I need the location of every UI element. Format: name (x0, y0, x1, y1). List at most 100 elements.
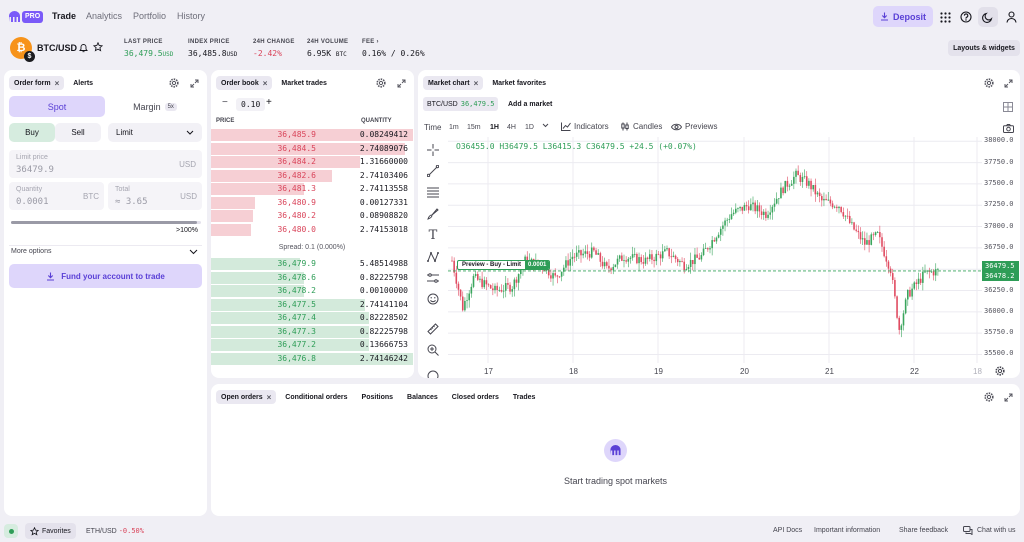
chart-settings-icon[interactable] (995, 366, 1005, 378)
help-icon[interactable] (957, 8, 975, 26)
pattern-icon[interactable] (426, 250, 440, 264)
brush-icon[interactable] (426, 207, 440, 221)
close-icon[interactable]: × (474, 79, 479, 88)
settings-icon[interactable] (168, 77, 180, 89)
expand-icon[interactable] (188, 77, 200, 89)
candles-button[interactable]: Candles (620, 122, 662, 131)
chevron-down-icon[interactable] (542, 123, 549, 130)
bid-row[interactable]: 36,477.2 0.13666753 (211, 338, 413, 351)
bid-row[interactable]: 36,478.6 0.82225798 (211, 271, 413, 284)
tab-order-form[interactable]: Order form × (9, 76, 65, 90)
ask-row[interactable]: 36,484.5 2.74089076 (211, 142, 413, 155)
star-icon[interactable] (92, 41, 104, 54)
bid-row[interactable]: 36,479.9 5.48514988 (211, 257, 413, 270)
api-docs-link[interactable]: API Docs (773, 527, 802, 534)
candlestick-chart[interactable] (448, 137, 982, 363)
text-tool-icon[interactable]: T (426, 228, 440, 243)
bid-row[interactable]: 36,477.3 0.82225798 (211, 325, 413, 338)
emoji-icon[interactable] (426, 292, 440, 306)
bid-row[interactable]: 36,476.8 2.74146242 (211, 352, 413, 365)
decrease-step-button[interactable]: − (222, 97, 228, 108)
timeframe-4h[interactable]: 4H (507, 124, 516, 131)
timeframe-1m[interactable]: 1m (449, 124, 459, 131)
connection-status-icon[interactable] (4, 524, 18, 538)
nav-link-analytics[interactable]: Analytics (86, 11, 122, 21)
tab-market-favorites[interactable]: Market favorites (487, 76, 551, 90)
fund-account-button[interactable]: Fund your account to trade (9, 264, 202, 288)
bid-row[interactable]: 36,477.5 2.74141104 (211, 298, 413, 311)
settings-icon[interactable] (375, 77, 387, 89)
timeframe-1d[interactable]: 1D (525, 124, 534, 131)
more-options-toggle[interactable]: More options (11, 248, 51, 255)
bid-row[interactable]: 36,477.4 0.82228502 (211, 311, 413, 324)
zoom-in-icon[interactable] (426, 343, 440, 357)
close-icon[interactable]: × (55, 79, 60, 88)
tab-conditional-orders[interactable]: Conditional orders (280, 390, 352, 404)
tab-balances[interactable]: Balances (402, 390, 443, 404)
ask-row[interactable]: 36,482.6 2.74103406 (211, 169, 413, 182)
crosshair-icon[interactable] (426, 143, 440, 157)
tab-market-trades[interactable]: Market trades (276, 76, 332, 90)
bid-row[interactable]: 36,478.2 0.00100000 (211, 284, 413, 297)
timeframe-1h[interactable]: 1H (490, 124, 499, 131)
close-icon[interactable]: × (267, 393, 272, 402)
settings-icon[interactable] (983, 391, 995, 403)
bell-icon[interactable] (79, 43, 88, 55)
fee-label[interactable]: FEE › (362, 39, 379, 45)
close-icon[interactable]: × (263, 79, 268, 88)
indicators-button[interactable]: Indicators (561, 122, 609, 131)
deposit-button[interactable]: Deposit (873, 6, 933, 27)
ask-row[interactable]: 36,480.9 0.00127331 (211, 196, 413, 209)
amount-slider[interactable] (11, 221, 201, 224)
tab-trades[interactable]: Trades (508, 390, 541, 404)
share-feedback-link[interactable]: Share feedback (899, 527, 948, 534)
limit-price-field[interactable]: Limit price 36479.9 USD (9, 150, 202, 178)
total-field[interactable]: Total ≈ 3.65 USD (108, 182, 202, 210)
apps-grid-icon[interactable] (936, 8, 954, 26)
magnet-icon[interactable] (426, 370, 440, 378)
expand-icon[interactable] (1002, 391, 1014, 403)
important-information-link[interactable]: Important information (814, 527, 880, 534)
timeframe-15m[interactable]: 15m (467, 124, 481, 131)
expand-icon[interactable] (395, 77, 407, 89)
tab-order-book[interactable]: Order book × (216, 76, 273, 90)
tab-closed-orders[interactable]: Closed orders (447, 390, 504, 404)
ask-row[interactable]: 36,480.0 2.74153018 (211, 223, 413, 236)
sell-button[interactable]: Sell (55, 123, 101, 142)
previews-button[interactable]: Previews (671, 122, 717, 131)
prediction-icon[interactable] (426, 271, 440, 285)
order-preview-label[interactable]: Preview - Buy - Limit 0.0001 (457, 260, 551, 270)
quantity-field[interactable]: Quantity 0.0001 BTC (9, 182, 104, 210)
margin-tab[interactable]: Margin 5x (107, 96, 203, 117)
ruler-icon[interactable] (426, 322, 440, 336)
camera-icon[interactable] (1002, 122, 1014, 134)
favorites-button[interactable]: Favorites (25, 523, 76, 539)
nav-link-trade[interactable]: Trade (52, 11, 76, 21)
trend-line-icon[interactable] (426, 164, 440, 178)
chat-button[interactable]: Chat with us (963, 526, 1016, 535)
settings-icon[interactable] (983, 77, 995, 89)
user-icon[interactable] (1002, 8, 1020, 26)
tab-market-chart[interactable]: Market chart × (423, 76, 484, 90)
favorite-pair[interactable]: ETH/USD -0.50% (86, 527, 144, 535)
ask-row[interactable]: 36,481.3 2.74113558 (211, 182, 413, 195)
ask-row[interactable]: 36,480.2 0.08908820 (211, 209, 413, 222)
pair-selector[interactable]: BTC/USD (37, 43, 77, 53)
fib-retracement-icon[interactable] (426, 185, 440, 199)
expand-icon[interactable] (1002, 77, 1014, 89)
buy-button[interactable]: Buy (9, 123, 55, 142)
kraken-logo[interactable]: PRO (8, 11, 44, 23)
ask-row[interactable]: 36,485.9 0.08249412 (211, 128, 413, 141)
layout-grid-icon[interactable] (1002, 101, 1014, 113)
ask-row[interactable]: 36,484.2 1.31660000 (211, 155, 413, 168)
add-market-button[interactable]: Add a market (504, 97, 556, 111)
tab-alerts[interactable]: Alerts (68, 76, 98, 90)
chart-pair-chip[interactable]: BTC/USD 36,479.5 (423, 97, 499, 111)
nav-link-portfolio[interactable]: Portfolio (133, 11, 166, 21)
order-type-select[interactable]: Limit (108, 123, 202, 142)
tab-positions[interactable]: Positions (357, 390, 399, 404)
layouts-widgets-button[interactable]: Layouts & widgets (948, 40, 1020, 56)
nav-link-history[interactable]: History (177, 11, 205, 21)
chevron-down-icon[interactable] (189, 248, 198, 257)
spot-tab[interactable]: Spot (9, 96, 105, 117)
